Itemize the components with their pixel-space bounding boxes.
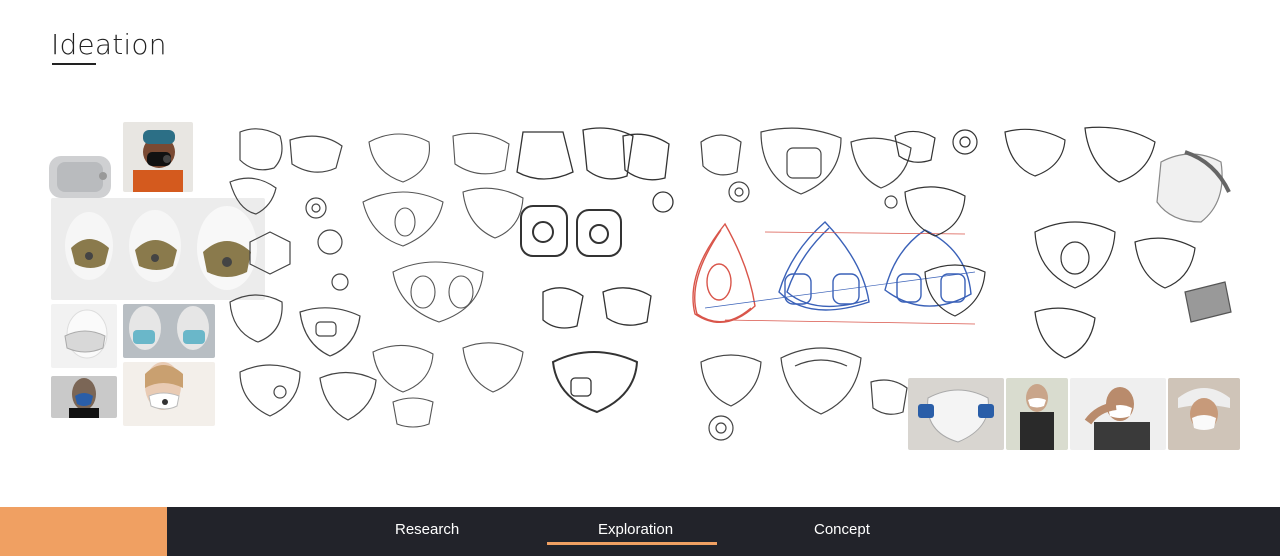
man-blue-mask-photo: [51, 376, 117, 418]
mask-prototype-photo: [908, 378, 1004, 450]
woman-mask-photo: [123, 362, 215, 426]
mask-side-view-photo: [51, 304, 117, 368]
nav-tab-research[interactable]: Research: [395, 521, 459, 538]
page-title: Ideation: [51, 28, 167, 61]
sketch-panel-3: [513, 122, 689, 444]
mask-product-photo: [45, 152, 115, 202]
active-tab-underline: [547, 542, 717, 545]
nav-tab-exploration[interactable]: Exploration: [598, 521, 673, 538]
sketch-panel-6: [885, 122, 1240, 372]
person-mask-photo: [123, 122, 193, 192]
ideation-moodboard: [45, 122, 1240, 452]
mask-blue-filter-photo: [123, 304, 215, 358]
person-test-photo-3: [1168, 378, 1240, 450]
nav-accent-block: [0, 507, 167, 556]
person-test-photo-2: [1070, 378, 1166, 450]
sketch-panel-5: [691, 342, 911, 447]
section-nav: Research Exploration Concept: [0, 507, 1280, 556]
title-underline: [52, 63, 96, 65]
nav-tab-concept[interactable]: Concept: [814, 521, 870, 538]
person-test-photo-1: [1006, 378, 1068, 450]
